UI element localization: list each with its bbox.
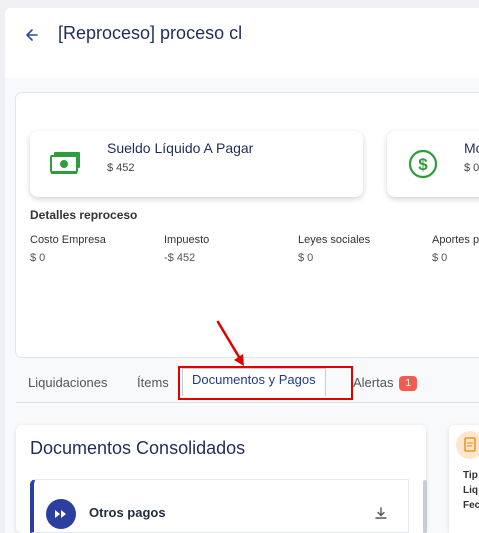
detail-label: Impuesto [164, 234, 210, 246]
detail-value: $ 0 [432, 252, 448, 264]
tab-label: Alertas [353, 375, 394, 390]
kpi-value: $ 0 [464, 162, 479, 174]
documents-title: Documentos Consolidados [30, 438, 246, 458]
document-item-label: Otros pagos [89, 505, 166, 520]
detail-label: Leyes sociales [298, 234, 371, 246]
tab-liquidaciones[interactable]: Liquidaciones [28, 375, 108, 390]
detail-impuesto: Impuesto -$ 452 [164, 234, 209, 264]
detail-label: Costo Empresa [30, 234, 106, 246]
kpi-card-sueldo-liquido: Sueldo Líquido A Pagar $ 452 [30, 131, 363, 197]
kpi-value: $ 452 [107, 162, 135, 174]
fast-forward-icon [46, 499, 76, 529]
detail-leyes-sociales: Leyes sociales $ 0 [298, 234, 370, 264]
dollar-circle-icon: $ [408, 149, 438, 184]
page-title: [Reproceso] proceso cl [58, 23, 243, 43]
back-arrow-icon[interactable] [22, 27, 42, 43]
detail-value: -$ 452 [164, 252, 196, 264]
side-line: Fec [463, 500, 479, 511]
detail-costo-empresa: Costo Empresa $ 0 [30, 234, 106, 264]
svg-text:$: $ [418, 155, 428, 174]
download-icon[interactable] [373, 505, 389, 521]
tab-bar: Liquidaciones Ítems Documentos y Pagos A… [16, 368, 479, 403]
kpi-card-secondary: $ Mo $ 0 [387, 131, 479, 197]
money-icon [50, 150, 82, 181]
scrollbar[interactable] [423, 480, 427, 533]
tab-items[interactable]: Ítems [137, 375, 169, 390]
tab-documentos-y-pagos[interactable]: Documentos y Pagos [182, 368, 326, 396]
kpi-label: Sueldo Líquido A Pagar [107, 140, 254, 156]
annotation-arrow [216, 320, 244, 366]
document-icon [456, 431, 479, 459]
kpi-label: Mo [464, 140, 479, 156]
details-title: Detalles reproceso [30, 208, 138, 222]
detail-label: Aportes p [432, 234, 479, 246]
detail-aportes: Aportes p $ 0 [432, 234, 479, 264]
tab-alertas[interactable]: Alertas 1 [353, 375, 418, 391]
side-line: Liq [463, 485, 478, 496]
alert-count-badge: 1 [399, 376, 418, 391]
detail-value: $ 0 [298, 252, 314, 264]
side-line: Tip [463, 470, 478, 481]
document-item-otros-pagos[interactable] [30, 479, 409, 533]
detail-value: $ 0 [30, 252, 46, 264]
